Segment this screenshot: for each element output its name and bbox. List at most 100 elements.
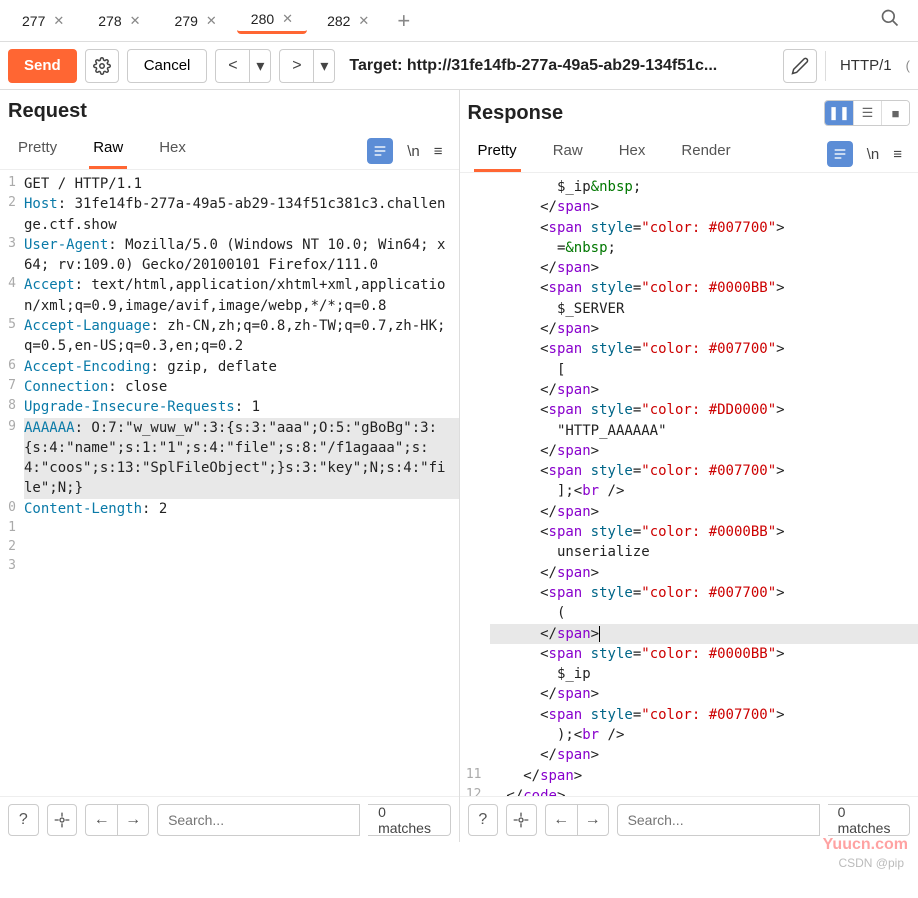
layout-columns-icon[interactable]: ❚❚ bbox=[825, 101, 853, 125]
code-line[interactable]: );<br /> bbox=[460, 725, 918, 745]
code-line[interactable]: 8Upgrade-Insecure-Requests: 1 bbox=[0, 397, 459, 417]
newline-toggle[interactable]: \n bbox=[867, 146, 880, 163]
code-line[interactable]: [ bbox=[460, 360, 918, 380]
close-icon[interactable]: ✕ bbox=[130, 13, 141, 29]
layout-single-icon[interactable]: ■ bbox=[881, 101, 909, 125]
pane-tab-hex[interactable]: Hex bbox=[615, 136, 650, 172]
pane-tab-raw[interactable]: Raw bbox=[89, 133, 127, 169]
settings-icon[interactable] bbox=[506, 804, 537, 836]
toolbar: Send Cancel < ▾ > ▾ Target: http://31fe1… bbox=[0, 42, 918, 90]
tab-label: 279 bbox=[175, 13, 198, 29]
code-line[interactable]: ];<br /> bbox=[460, 481, 918, 501]
add-tab-button[interactable]: + bbox=[389, 8, 418, 34]
pane-tab-pretty[interactable]: Pretty bbox=[14, 133, 61, 169]
pane-tab-render[interactable]: Render bbox=[677, 136, 734, 172]
code-line[interactable]: <span style="color: #DD0000"> bbox=[460, 400, 918, 420]
response-title: Response bbox=[468, 102, 564, 125]
pane-tab-raw[interactable]: Raw bbox=[549, 136, 587, 172]
settings-button[interactable] bbox=[85, 49, 119, 83]
next-dropdown[interactable]: ▾ bbox=[313, 49, 335, 83]
send-button[interactable]: Send bbox=[8, 49, 77, 83]
code-line[interactable]: </span> bbox=[460, 684, 918, 704]
code-line[interactable]: </span> bbox=[460, 197, 918, 217]
code-line[interactable]: 1 bbox=[0, 519, 459, 538]
response-search-input[interactable] bbox=[617, 804, 820, 836]
search-next-icon[interactable]: → bbox=[577, 804, 609, 836]
code-line[interactable]: </span> bbox=[460, 624, 918, 644]
layout-rows-icon[interactable]: ☰ bbox=[853, 101, 881, 125]
prev-button[interactable]: < bbox=[215, 49, 249, 83]
code-line[interactable]: 3 bbox=[0, 557, 459, 576]
protocol-label[interactable]: HTTP/1 bbox=[834, 57, 898, 74]
code-line[interactable]: 12 </code> bbox=[460, 786, 918, 796]
close-icon[interactable]: ✕ bbox=[282, 11, 293, 27]
tab-label: 280 bbox=[251, 11, 274, 27]
request-menu-icon[interactable]: ≡ bbox=[434, 143, 443, 160]
code-line[interactable]: </span> bbox=[460, 319, 918, 339]
code-line[interactable]: 2Host: 31fe14fb-277a-49a5-ab29-134f51c38… bbox=[0, 194, 459, 235]
code-line[interactable]: </span> bbox=[460, 258, 918, 278]
code-line[interactable]: <span style="color: #007700"> bbox=[460, 339, 918, 359]
edit-target-button[interactable] bbox=[783, 49, 817, 83]
tab-282[interactable]: 282✕ bbox=[313, 7, 383, 34]
code-line[interactable]: ( bbox=[460, 603, 918, 623]
code-line[interactable]: =&nbsp; bbox=[460, 238, 918, 258]
close-icon[interactable]: ✕ bbox=[53, 13, 64, 29]
code-line[interactable]: </span> bbox=[460, 563, 918, 583]
search-prev-icon[interactable]: ← bbox=[85, 804, 117, 836]
tab-279[interactable]: 279 ✕ bbox=[161, 7, 231, 34]
tab-label: 278 bbox=[98, 13, 121, 29]
code-line[interactable]: 11 </span> bbox=[460, 766, 918, 786]
code-line[interactable]: 3User-Agent: Mozilla/5.0 (Windows NT 10.… bbox=[0, 235, 459, 276]
tab-278[interactable]: 278 ✕ bbox=[84, 7, 154, 34]
code-line[interactable]: 0Content-Length: 2 bbox=[0, 499, 459, 519]
next-button[interactable]: > bbox=[279, 49, 313, 83]
close-icon[interactable]: ✕ bbox=[358, 13, 369, 29]
help-icon[interactable]: ? bbox=[8, 804, 39, 836]
code-line[interactable]: $_ip&nbsp; bbox=[460, 177, 918, 197]
prev-dropdown[interactable]: ▾ bbox=[249, 49, 271, 83]
code-line[interactable]: unserialize bbox=[460, 542, 918, 562]
tab-280[interactable]: 280 ✕ bbox=[237, 7, 307, 34]
code-line[interactable]: <span style="color: #0000BB"> bbox=[460, 278, 918, 298]
newline-toggle[interactable]: \n bbox=[407, 143, 420, 160]
close-icon[interactable]: ✕ bbox=[206, 13, 217, 29]
code-line[interactable]: <span style="color: #0000BB"> bbox=[460, 644, 918, 664]
code-line[interactable]: 9AAAAAA: O:7:"w_wuw_w":3:{s:3:"aaa";O:5:… bbox=[0, 418, 459, 499]
settings-icon[interactable] bbox=[47, 804, 78, 836]
code-line[interactable]: 4Accept: text/html,application/xhtml+xml… bbox=[0, 275, 459, 316]
code-line[interactable]: </span> bbox=[460, 502, 918, 522]
code-line[interactable]: "HTTP_AAAAAA" bbox=[460, 421, 918, 441]
code-line[interactable]: <span style="color: #007700"> bbox=[460, 583, 918, 603]
pane-tab-pretty[interactable]: Pretty bbox=[474, 136, 521, 172]
next-group: > ▾ bbox=[279, 49, 335, 83]
code-line[interactable]: $_ip bbox=[460, 664, 918, 684]
help-icon[interactable]: ? bbox=[468, 804, 499, 836]
search-prev-icon[interactable]: ← bbox=[545, 804, 577, 836]
request-title: Request bbox=[8, 100, 87, 123]
search-next-icon[interactable]: → bbox=[117, 804, 149, 836]
code-line[interactable]: </span> bbox=[460, 380, 918, 400]
code-line[interactable]: <span style="color: #007700"> bbox=[460, 461, 918, 481]
code-line[interactable]: 6Accept-Encoding: gzip, deflate bbox=[0, 357, 459, 377]
pane-tab-hex[interactable]: Hex bbox=[155, 133, 190, 169]
code-line[interactable]: 5Accept-Language: zh-CN,zh;q=0.8,zh-TW;q… bbox=[0, 316, 459, 357]
code-line[interactable]: <span style="color: #0000BB"> bbox=[460, 522, 918, 542]
code-line[interactable]: <span style="color: #007700"> bbox=[460, 218, 918, 238]
code-line[interactable]: $_SERVER bbox=[460, 299, 918, 319]
request-actions-icon[interactable] bbox=[367, 138, 393, 164]
response-menu-icon[interactable]: ≡ bbox=[893, 146, 902, 163]
code-line[interactable]: 7Connection: close bbox=[0, 377, 459, 397]
code-line[interactable]: 1GET / HTTP/1.1 bbox=[0, 174, 459, 194]
code-line[interactable]: <span style="color: #007700"> bbox=[460, 705, 918, 725]
response-actions-icon[interactable] bbox=[827, 141, 853, 167]
cancel-button[interactable]: Cancel bbox=[127, 49, 208, 83]
request-editor[interactable]: 1GET / HTTP/1.12Host: 31fe14fb-277a-49a5… bbox=[0, 170, 459, 796]
code-line[interactable]: </span> bbox=[460, 441, 918, 461]
code-line[interactable]: </span> bbox=[460, 745, 918, 765]
request-search-input[interactable] bbox=[157, 804, 360, 836]
code-line[interactable]: 2 bbox=[0, 538, 459, 557]
tab-277[interactable]: 277✕ bbox=[8, 7, 78, 34]
response-viewer[interactable]: $_ip&nbsp; </span> <span style="color: #… bbox=[460, 173, 918, 796]
search-icon[interactable] bbox=[870, 8, 910, 34]
